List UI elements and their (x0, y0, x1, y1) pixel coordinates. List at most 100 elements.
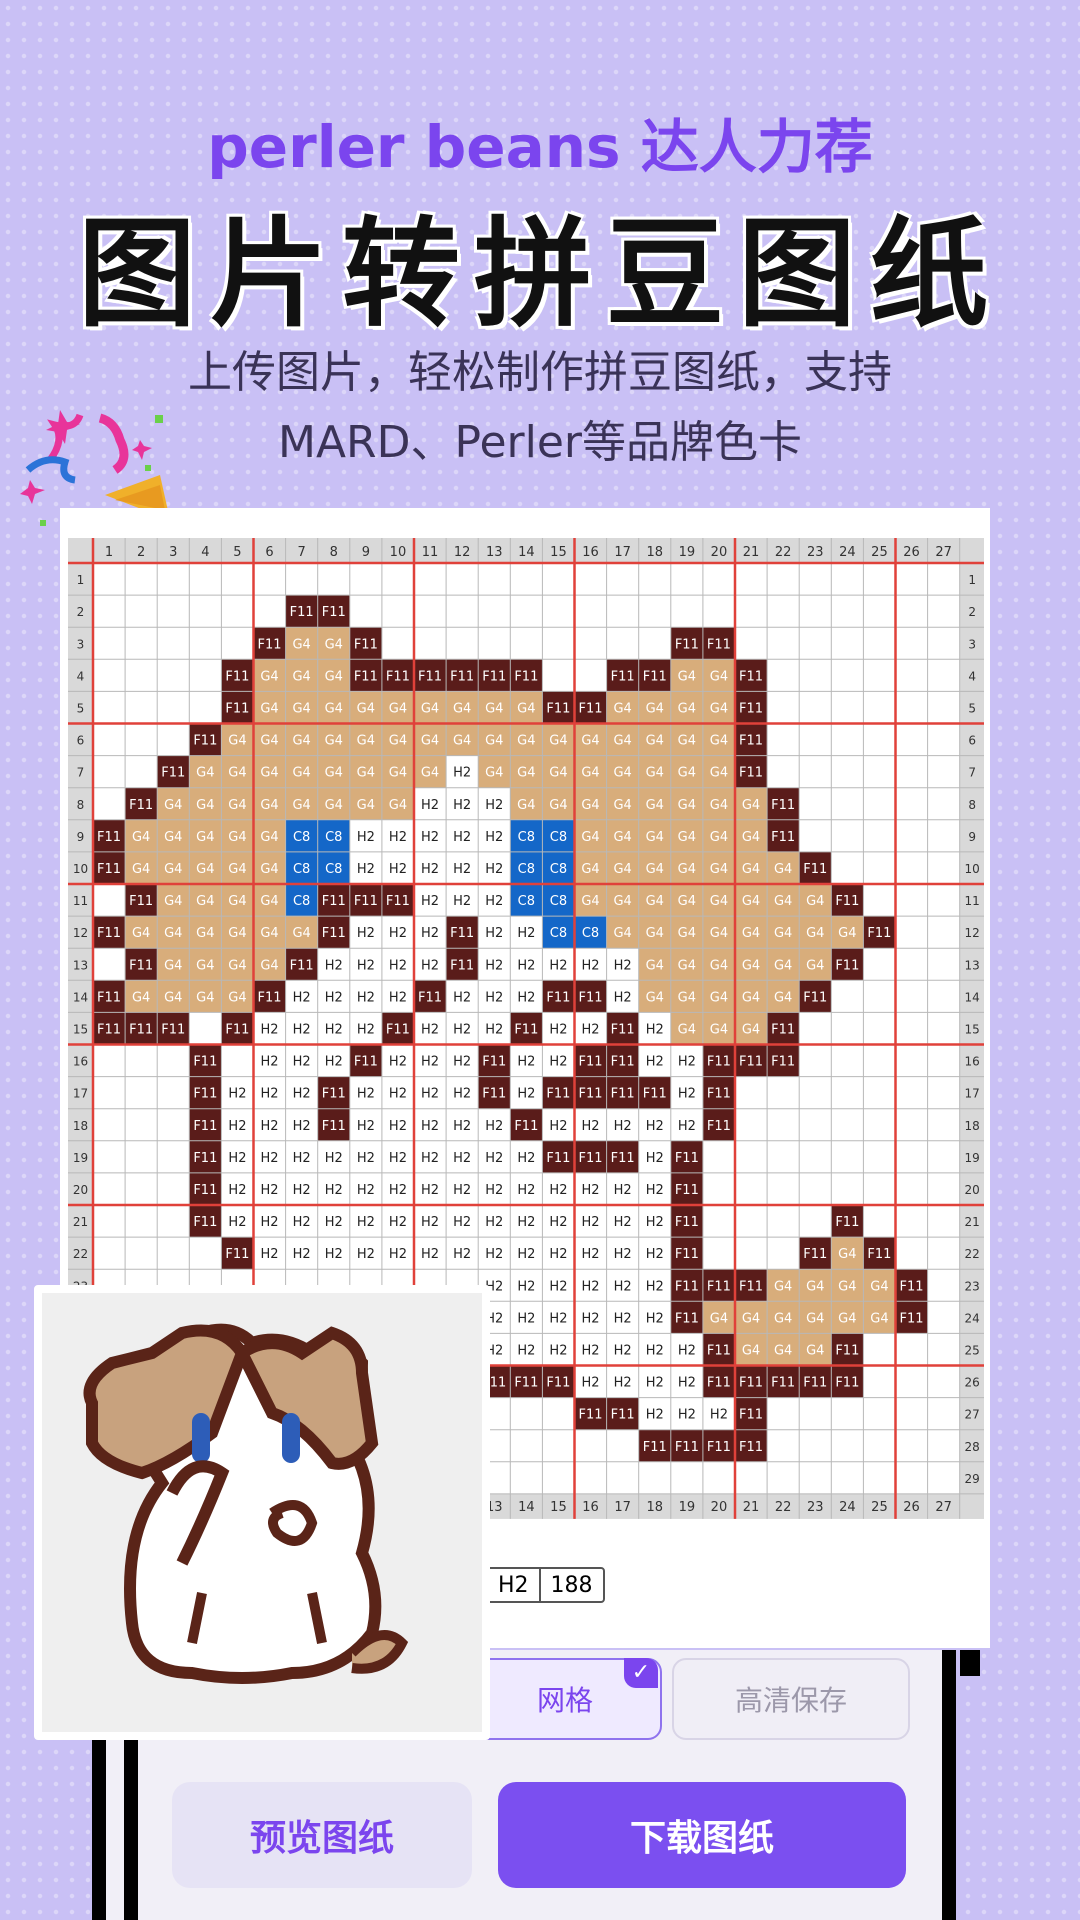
column-label: 26 (903, 1500, 920, 1515)
source-image-preview (34, 1285, 490, 1740)
bead-label: G4 (228, 862, 246, 877)
bead-label: F11 (675, 1215, 699, 1230)
bead-label: F11 (835, 1376, 859, 1391)
bead-label: F11 (482, 669, 506, 684)
download-pattern-button[interactable]: 下载图纸 (498, 1782, 906, 1888)
color-count-badge: H2 188 (486, 1567, 605, 1603)
bead-label: G4 (421, 701, 439, 716)
bead-label: F11 (771, 798, 795, 813)
column-label: 21 (743, 1500, 760, 1515)
bead-label: H2 (678, 1376, 696, 1391)
bead-label: G4 (742, 862, 760, 877)
bead-label: G4 (164, 894, 182, 909)
bead-label: G4 (710, 894, 728, 909)
bead-label: H2 (678, 1343, 696, 1358)
column-label: 16 (582, 1500, 599, 1515)
bead-label: G4 (196, 926, 214, 941)
bead-label: H2 (453, 894, 471, 909)
bead-label: F11 (514, 669, 538, 684)
bead-label: G4 (325, 766, 343, 781)
bead-label: F11 (739, 1440, 763, 1455)
bead-label: G4 (742, 798, 760, 813)
bead-label: F11 (482, 1055, 506, 1070)
hd-save-option-button[interactable]: 高清保存 (672, 1658, 910, 1740)
row-label: 14 (965, 990, 980, 1004)
color-count: 188 (550, 1572, 593, 1598)
bead-label: G4 (292, 637, 310, 652)
column-label: 9 (362, 545, 370, 560)
bead-label: G4 (646, 894, 664, 909)
bead-label: H2 (614, 1247, 632, 1262)
bead-label: F11 (803, 1376, 827, 1391)
bead-label: G4 (742, 958, 760, 973)
column-label: 22 (775, 545, 792, 560)
bead-label: H2 (357, 1119, 375, 1134)
bead-label: F11 (643, 1087, 667, 1102)
bead-label: G4 (613, 830, 631, 845)
bead-label: G4 (838, 1279, 856, 1294)
column-label: 15 (550, 1500, 567, 1515)
row-label: 1 (968, 573, 976, 587)
bead-label: G4 (678, 766, 696, 781)
bead-label: H2 (357, 1151, 375, 1166)
row-label: 29 (965, 1472, 980, 1486)
bead-label: H2 (357, 1215, 375, 1230)
bead-label: H2 (357, 990, 375, 1005)
row-label: 8 (968, 798, 976, 812)
bead-label: H2 (646, 1343, 664, 1358)
bead-label: F11 (193, 1055, 217, 1070)
bead-label: H2 (421, 926, 439, 941)
column-label: 17 (614, 1500, 631, 1515)
bead-label: H2 (421, 830, 439, 845)
row-label: 4 (968, 669, 976, 683)
bead-label: F11 (514, 1119, 538, 1134)
bead-label: G4 (742, 894, 760, 909)
bead-label: G4 (581, 830, 599, 845)
bead-label: H2 (582, 1247, 600, 1262)
bead-label: H2 (517, 1087, 535, 1102)
bead-label: H2 (678, 1119, 696, 1134)
bead-label: F11 (322, 605, 346, 620)
bead-label: G4 (228, 926, 246, 941)
bead-label: C8 (550, 894, 567, 909)
bead-label: H2 (646, 1215, 664, 1230)
bead-label: H2 (389, 958, 407, 973)
bead-label: H2 (293, 1119, 311, 1134)
bead-label: H2 (389, 1087, 407, 1102)
bead-label: G4 (870, 1311, 888, 1326)
row-label: 16 (73, 1055, 88, 1069)
bead-label: G4 (581, 894, 599, 909)
bead-label: F11 (225, 701, 249, 716)
bead-label: G4 (421, 734, 439, 749)
column-label: 12 (454, 545, 471, 560)
bead-label: F11 (835, 958, 859, 973)
bead-label: H2 (421, 958, 439, 973)
bead-label: G4 (228, 958, 246, 973)
bead-label: G4 (613, 798, 631, 813)
bead-label: F11 (643, 1440, 667, 1455)
bead-label: F11 (514, 1376, 538, 1391)
bead-label: F11 (97, 830, 121, 845)
bead-label: F11 (386, 669, 410, 684)
bead-label: H2 (485, 926, 503, 941)
bead-label: F11 (354, 637, 378, 652)
bead-label: G4 (710, 926, 728, 941)
bead-label: F11 (611, 669, 635, 684)
bead-label: F11 (900, 1311, 924, 1326)
bead-label: F11 (835, 1343, 859, 1358)
bead-label: G4 (806, 926, 824, 941)
preview-pattern-button[interactable]: 预览图纸 (172, 1782, 472, 1888)
bead-label: H2 (293, 1151, 311, 1166)
bead-label: H2 (453, 1183, 471, 1198)
row-label: 8 (77, 798, 85, 812)
bead-label: G4 (357, 734, 375, 749)
bead-label: G4 (742, 1311, 760, 1326)
bead-label: G4 (517, 766, 535, 781)
bead-label: G4 (453, 734, 471, 749)
bead-label: H2 (421, 1247, 439, 1262)
bead-label: F11 (129, 1022, 153, 1037)
bead-label: G4 (325, 701, 343, 716)
bead-label: G4 (774, 990, 792, 1005)
bead-label: H2 (453, 1119, 471, 1134)
bead-label: G4 (806, 958, 824, 973)
